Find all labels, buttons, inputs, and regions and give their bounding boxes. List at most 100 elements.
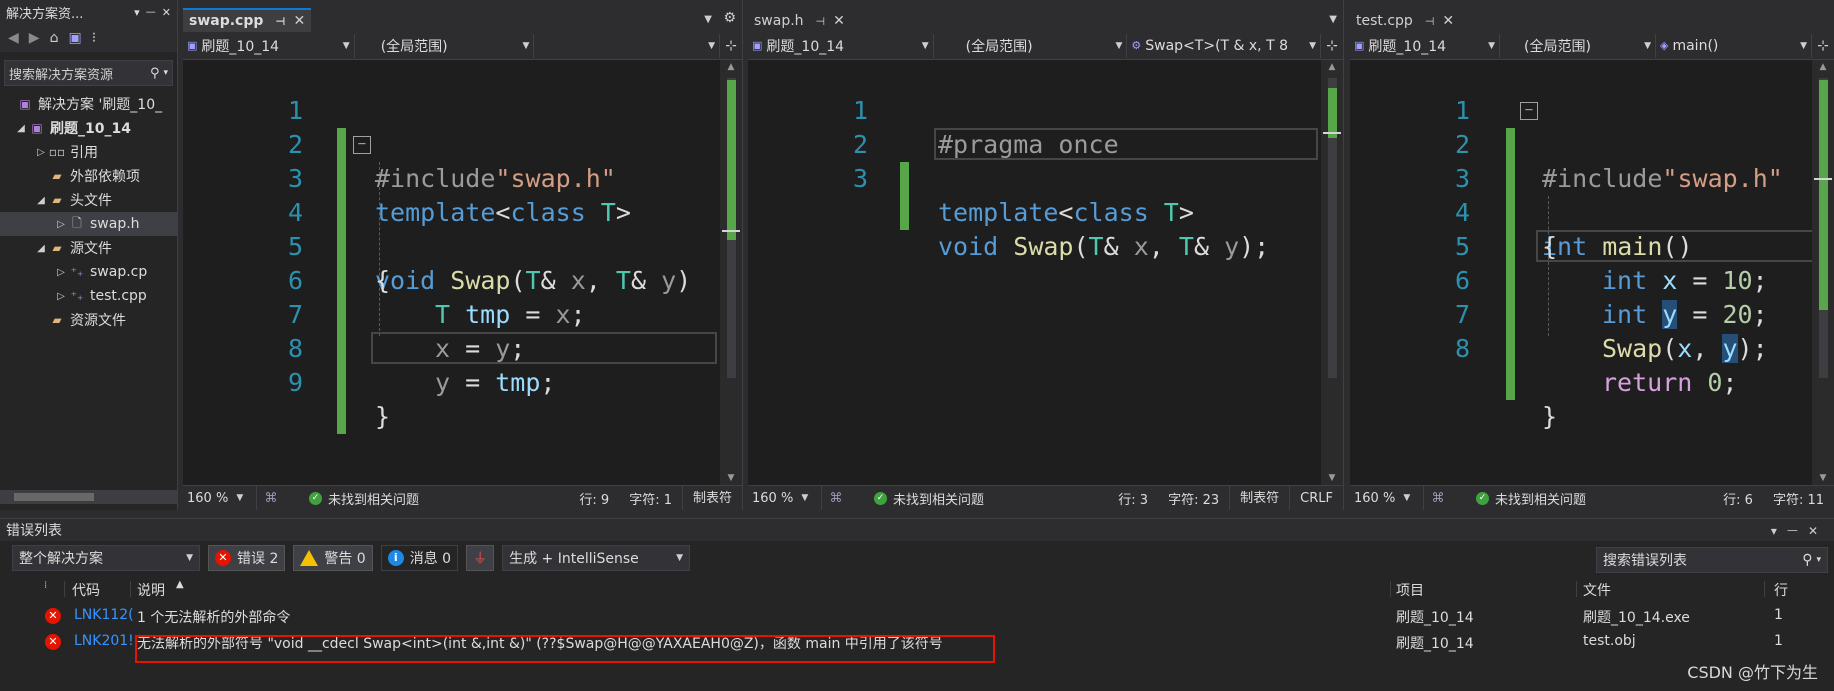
tree-item-project[interactable]: ◢ ▣ 刷题_10_14 [0, 116, 177, 140]
tree-item-header-files[interactable]: ◢ ▰ 头文件 [0, 188, 177, 212]
close-icon[interactable]: ✕ [833, 13, 845, 29]
zoom-dropdown[interactable]: 160 % ▼ [748, 486, 822, 510]
search-icon[interactable]: ⚲ [150, 66, 160, 81]
close-icon[interactable]: ✕ [162, 6, 171, 19]
zoom-dropdown[interactable]: 160 % ▼ [1350, 486, 1424, 510]
vertical-scrollbar[interactable]: ▲ ▼ [1321, 60, 1343, 485]
member-dropdown[interactable]: ▼ [534, 33, 721, 58]
column-line[interactable]: 行 [1774, 580, 1788, 600]
error-code-link[interactable]: LNK201! [74, 633, 136, 649]
char-indicator[interactable]: 字符: 23 [1158, 489, 1229, 508]
health-icon[interactable]: ⌘ [822, 491, 850, 506]
tree-item-external-deps[interactable]: ▰ 外部依赖项 [0, 164, 177, 188]
tab-dropdown-icon[interactable]: ▼ [1329, 14, 1337, 25]
home-icon[interactable]: ⌂ [50, 30, 59, 46]
horizontal-scrollbar[interactable] [0, 490, 178, 504]
scope-dropdown[interactable]: (全局范围) ▼ [1500, 33, 1656, 58]
tree-item-references[interactable]: ▷ ▫▫ 引用 [0, 140, 177, 164]
filter-toggle-button[interactable]: ⏚ [466, 545, 495, 571]
health-icon[interactable]: ⌘ [1424, 491, 1452, 506]
line-indicator[interactable]: 行: 3 [1108, 489, 1158, 508]
build-filter-dropdown[interactable]: 生成 + IntelliSense ▼ [502, 545, 691, 571]
error-code-link[interactable]: LNK112( [74, 607, 136, 623]
vertical-scrollbar[interactable]: ▲ ▼ [720, 60, 742, 485]
error-row[interactable]: ✕ LNK112( 1 个无法解析的外部命令 刷题_10_14 刷题_10_14… [0, 603, 1834, 629]
scope-dropdown[interactable]: (全局范围) ▼ [934, 33, 1128, 58]
project-dropdown[interactable]: ▣ 刷题_10_14 ▼ [183, 33, 355, 58]
char-indicator[interactable]: 字符: 11 [1763, 489, 1834, 508]
project-dropdown[interactable]: ▣ 刷题_10_14 ▼ [1350, 33, 1500, 58]
pin-icon[interactable]: ⊣ [816, 15, 826, 28]
warnings-filter-button[interactable]: 警告 0 [293, 545, 373, 571]
close-icon[interactable]: ✕ [1808, 524, 1828, 538]
code-area[interactable]: 1 #include"swap.h" 2 − int main() 3 { 4 … [1350, 60, 1816, 485]
column-code[interactable]: 代码 [72, 580, 100, 600]
solution-search-input[interactable]: 搜索解决方案资源 ⚲ ▾ [4, 60, 173, 86]
tree-item-swap-h[interactable]: ▷ 🗋 swap.h [0, 212, 177, 236]
scroll-up-icon[interactable]: ▲ [1812, 62, 1834, 72]
issues-status[interactable]: 未找到相关问题 [893, 489, 1108, 508]
forward-icon[interactable]: ▶ [29, 30, 40, 46]
pin-icon[interactable]: ⊣ [1425, 15, 1435, 28]
expanded-arrow-icon[interactable]: ◢ [14, 123, 28, 134]
vertical-scrollbar[interactable]: ▲ ▼ [1812, 60, 1834, 485]
gear-icon[interactable]: ⚙ [723, 10, 736, 26]
split-icon[interactable]: ⊹ [720, 38, 742, 54]
issues-status[interactable]: 未找到相关问题 [1495, 489, 1713, 508]
split-icon[interactable]: ⊹ [1812, 38, 1834, 54]
search-options-icon[interactable]: ▾ [163, 68, 168, 78]
code-area[interactable]: 1 #include"swap.h" 2 template<class T> 3… [183, 60, 720, 485]
tree-item-resource-files[interactable]: ▰ 资源文件 [0, 308, 177, 332]
scroll-up-icon[interactable]: ▲ [720, 62, 742, 72]
collapsed-arrow-icon[interactable]: ▷ [34, 147, 48, 158]
issues-status[interactable]: 未找到相关问题 [328, 489, 569, 508]
expanded-arrow-icon[interactable]: ◢ [34, 195, 48, 206]
search-icon[interactable]: ⚲ [1802, 552, 1812, 568]
tab-dropdown-icon[interactable]: ▼ [704, 14, 712, 25]
collapse-icon[interactable]: − [353, 136, 371, 154]
collapsed-arrow-icon[interactable]: ▷ [54, 291, 68, 302]
zoom-dropdown[interactable]: 160 % ▼ [183, 486, 257, 510]
scroll-up-icon[interactable]: ▲ [1321, 62, 1343, 72]
close-icon[interactable]: ✕ [293, 13, 305, 29]
scrollbar-thumb[interactable] [14, 493, 94, 501]
messages-filter-button[interactable]: i 消息 0 [380, 545, 459, 571]
scope-dropdown[interactable]: (全局范围) ▼ [355, 33, 535, 58]
scroll-down-icon[interactable]: ▼ [1812, 473, 1834, 483]
column-description[interactable]: 说明 [137, 580, 165, 600]
expanded-arrow-icon[interactable]: ◢ [34, 243, 48, 254]
back-icon[interactable]: ◀ [8, 30, 19, 46]
search-options-icon[interactable]: ▾ [1816, 555, 1821, 565]
code-area[interactable]: 1 #pragma once 2 template<class T> 3 voi… [748, 60, 1321, 485]
line-indicator[interactable]: 行: 6 [1713, 489, 1763, 508]
tab-test-cpp[interactable]: test.cpp ⊣ ✕ [1350, 8, 1461, 32]
tree-item-swap-cpp[interactable]: ▷ ⁺₊ swap.cp [0, 260, 177, 284]
collapsed-arrow-icon[interactable]: ▷ [54, 219, 68, 230]
pin-icon[interactable]: ᅳ [146, 4, 156, 20]
scroll-down-icon[interactable]: ▼ [720, 473, 742, 483]
error-search-input[interactable]: 搜索错误列表 ⚲ ▾ [1596, 547, 1828, 573]
tabs-indicator[interactable]: 制表符 [681, 486, 742, 510]
scope-filter-dropdown[interactable]: 整个解决方案 ▼ [12, 545, 200, 571]
member-dropdown[interactable]: ⚙ Swap<T>(T & x, T 8 ▼ [1127, 33, 1322, 58]
line-indicator[interactable]: 行: 9 [569, 489, 619, 508]
pin-icon[interactable]: ᅳ [1787, 524, 1808, 538]
close-icon[interactable]: ✕ [1442, 13, 1454, 29]
column-options-icon[interactable]: ⁞ [44, 580, 47, 591]
scroll-down-icon[interactable]: ▼ [1321, 473, 1343, 483]
dropdown-icon[interactable]: ▾ [1771, 524, 1787, 538]
char-indicator[interactable]: 字符: 1 [619, 489, 682, 508]
tab-swap-h[interactable]: swap.h ⊣ ✕ [748, 8, 851, 32]
switch-views-icon[interactable]: ▣ [68, 30, 81, 46]
tab-swap-cpp[interactable]: swap.cpp ⊣ ✕ [183, 8, 312, 32]
more-icon[interactable]: ⁝ [92, 30, 96, 46]
collapse-icon[interactable]: − [1520, 102, 1538, 120]
tree-item-source-files[interactable]: ◢ ▰ 源文件 [0, 236, 177, 260]
tabs-indicator[interactable]: 制表符 [1229, 486, 1289, 510]
tree-item-test-cpp[interactable]: ▷ ⁺₊ test.cpp [0, 284, 177, 308]
column-file[interactable]: 文件 [1583, 580, 1611, 600]
collapsed-arrow-icon[interactable]: ▷ [54, 267, 68, 278]
errors-filter-button[interactable]: ✕ 错误 2 [208, 545, 286, 571]
project-dropdown[interactable]: ▣ 刷题_10_14 ▼ [748, 33, 934, 58]
health-icon[interactable]: ⌘ [257, 491, 285, 506]
